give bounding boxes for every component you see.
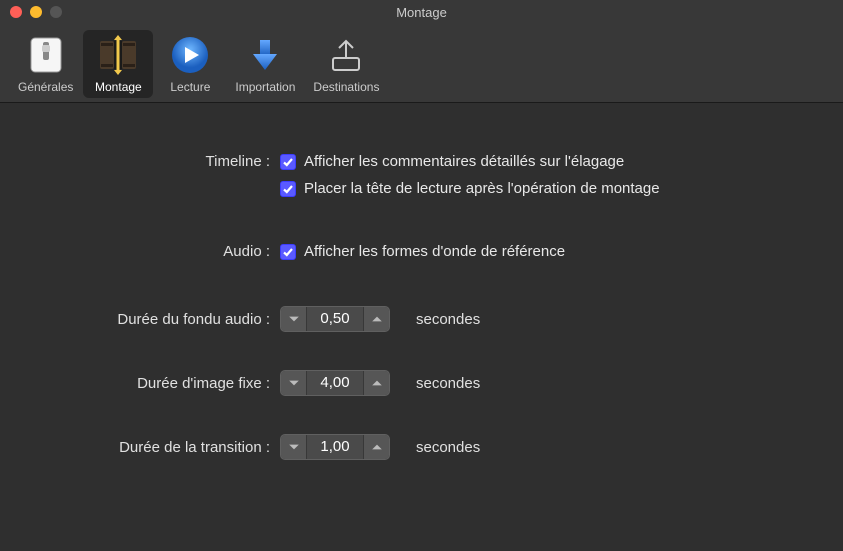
titlebar: Montage	[0, 0, 843, 24]
tab-label: Montage	[95, 80, 142, 94]
checkbox-timeline-trim-info[interactable]	[280, 154, 296, 170]
close-icon[interactable]	[10, 6, 22, 18]
chevron-up-icon[interactable]	[363, 435, 389, 459]
row-audio-fade: Durée du fondu audio : 0,50 secondes	[30, 306, 813, 332]
row-timeline-2: Placer la tête de lecture après l'opérat…	[30, 180, 813, 197]
row-timeline-1: Timeline : Afficher les commentaires dét…	[30, 153, 813, 170]
still-image-stepper[interactable]: 4,00	[280, 370, 390, 396]
editing-icon	[95, 32, 141, 78]
tab-editing[interactable]: Montage	[83, 30, 153, 98]
still-image-value[interactable]: 4,00	[307, 371, 363, 395]
chevron-down-icon[interactable]	[281, 435, 307, 459]
tab-playback[interactable]: Lecture	[155, 30, 225, 98]
chevron-up-icon[interactable]	[363, 307, 389, 331]
tab-destinations[interactable]: Destinations	[305, 30, 387, 98]
transition-label: Durée de la transition :	[30, 439, 280, 456]
preferences-content: Timeline : Afficher les commentaires dét…	[0, 103, 843, 490]
import-icon	[242, 32, 288, 78]
timeline-label: Timeline :	[30, 153, 280, 170]
transition-value[interactable]: 1,00	[307, 435, 363, 459]
tab-import[interactable]: Importation	[227, 30, 303, 98]
checkbox-label: Afficher les commentaires détaillés sur …	[304, 153, 624, 170]
tab-label: Destinations	[313, 80, 379, 94]
row-transition: Durée de la transition : 1,00 secondes	[30, 434, 813, 460]
tab-label: Lecture	[170, 80, 210, 94]
preferences-toolbar: Générales Montage Lecture	[0, 24, 843, 103]
unit-label: secondes	[416, 311, 480, 328]
window-title: Montage	[0, 5, 843, 20]
chevron-up-icon[interactable]	[363, 371, 389, 395]
chevron-down-icon[interactable]	[281, 307, 307, 331]
window-controls	[10, 6, 62, 18]
audio-fade-value[interactable]: 0,50	[307, 307, 363, 331]
audio-fade-label: Durée du fondu audio :	[30, 311, 280, 328]
chevron-down-icon[interactable]	[281, 371, 307, 395]
minimize-icon[interactable]	[30, 6, 42, 18]
playback-icon	[167, 32, 213, 78]
zoom-icon[interactable]	[50, 6, 62, 18]
audio-label: Audio :	[30, 243, 280, 260]
checkbox-label: Afficher les formes d'onde de référence	[304, 243, 565, 260]
checkbox-audio-ref-waveforms[interactable]	[280, 244, 296, 260]
general-icon	[23, 32, 69, 78]
tab-general[interactable]: Générales	[10, 30, 81, 98]
transition-stepper[interactable]: 1,00	[280, 434, 390, 460]
audio-fade-stepper[interactable]: 0,50	[280, 306, 390, 332]
still-image-label: Durée d'image fixe :	[30, 375, 280, 392]
unit-label: secondes	[416, 439, 480, 456]
tab-label: Générales	[18, 80, 73, 94]
tab-label: Importation	[235, 80, 295, 94]
unit-label: secondes	[416, 375, 480, 392]
checkbox-timeline-playhead[interactable]	[280, 181, 296, 197]
row-audio: Audio : Afficher les formes d'onde de ré…	[30, 243, 813, 260]
destinations-icon	[323, 32, 369, 78]
row-still-image: Durée d'image fixe : 4,00 secondes	[30, 370, 813, 396]
checkbox-label: Placer la tête de lecture après l'opérat…	[304, 180, 660, 197]
